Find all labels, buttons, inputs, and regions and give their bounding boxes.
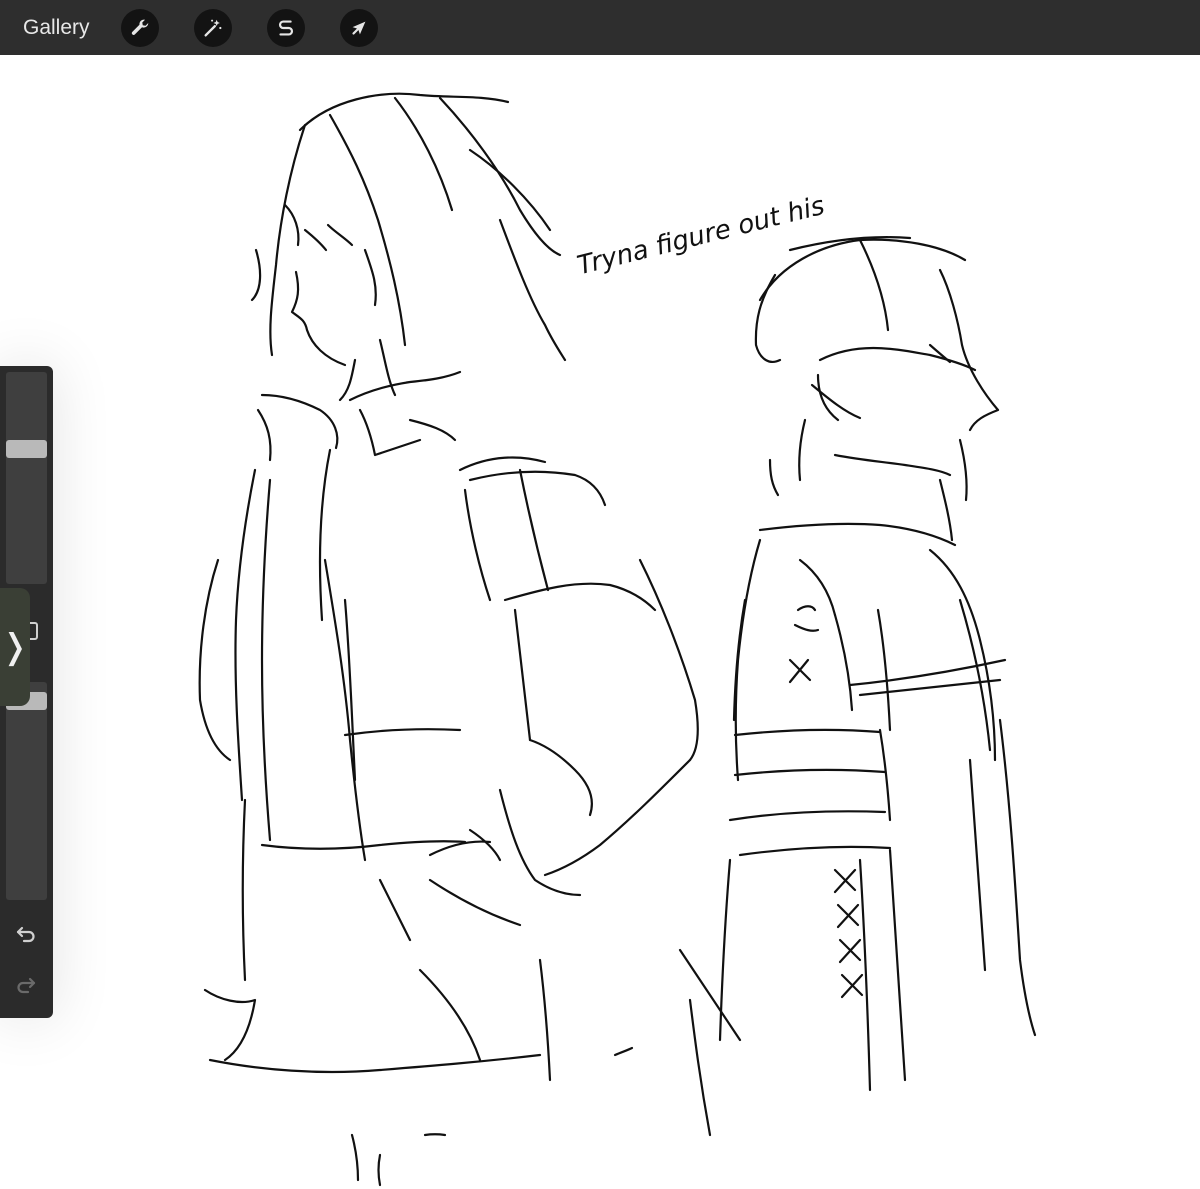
brush-size-thumb[interactable] <box>6 440 47 458</box>
selection-s-icon <box>279 20 293 36</box>
sidebar-collapse-handle[interactable]: ❭ <box>0 588 30 706</box>
selection-button[interactable] <box>267 9 305 47</box>
brush-size-slider[interactable] <box>6 372 47 584</box>
drawing-canvas[interactable]: Tryna figure out his outfit <box>0 55 1200 1189</box>
handwritten-note: Tryna figure out his outfit <box>574 195 830 281</box>
actions-button[interactable] <box>121 9 159 47</box>
adjustments-button[interactable] <box>194 9 232 47</box>
arrow-cursor-icon <box>352 21 366 35</box>
chevron-right-icon: ❭ <box>0 628 30 666</box>
wrench-icon <box>131 19 149 35</box>
undo-button[interactable] <box>12 920 40 948</box>
undo-icon <box>16 926 35 943</box>
gallery-button[interactable]: Gallery <box>23 14 90 42</box>
note-text: Tryna figure out his outfit <box>574 195 830 281</box>
redo-button[interactable] <box>12 971 40 999</box>
top-toolbar: Gallery <box>0 0 1200 55</box>
brush-opacity-slider[interactable] <box>6 682 47 900</box>
transform-button[interactable] <box>340 9 378 47</box>
magic-wand-icon <box>204 19 222 37</box>
redo-icon <box>17 977 36 994</box>
